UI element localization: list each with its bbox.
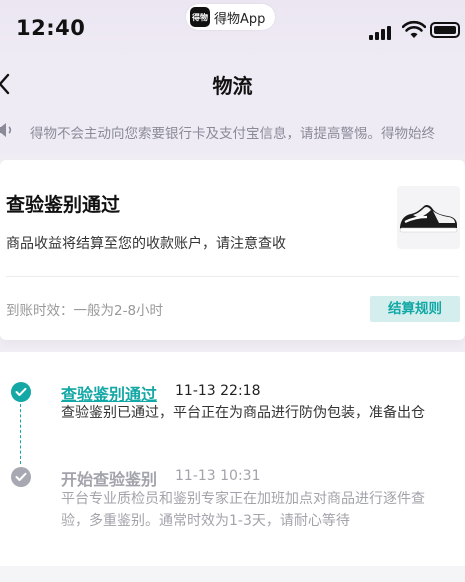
card-divider xyxy=(6,276,459,277)
settlement-rules-button[interactable]: 结算规则 xyxy=(370,296,460,322)
status-card-title: 查验鉴别通过 xyxy=(6,194,121,216)
event-title-2: 开始查验鉴别 xyxy=(61,470,158,489)
check-circle-icon xyxy=(11,467,31,487)
status-card-subtitle: 商品收益将结算至您的收款账户，请注意查收 xyxy=(6,236,286,252)
product-thumbnail[interactable] xyxy=(397,186,460,249)
speaker-icon xyxy=(0,123,12,137)
event-desc-2-line1: 平台专业质检员和鉴别专家正在加班加点对商品进行逐件查 xyxy=(61,491,425,507)
timeline-connector xyxy=(20,404,21,464)
event-time-1: 11-13 22:18 xyxy=(175,383,261,399)
battery-icon xyxy=(430,22,460,38)
event-time-2: 11-13 10:31 xyxy=(175,468,261,484)
event-desc-2-line2: 验，多重鉴别。通常时效为1-3天，请耐心等待 xyxy=(61,513,350,529)
app-logo-icon: 得物 xyxy=(190,7,210,27)
app-name: 得物App xyxy=(214,11,266,27)
event-desc-1: 查验鉴别已通过，平台正在为商品进行防伪包装，准备出仓 xyxy=(61,405,425,421)
page-title: 物流 xyxy=(212,74,253,98)
notice-bar: 得物不会主动向您索要银行卡及支付宝信息，请提高警惕。得物始终 xyxy=(0,108,465,154)
check-circle-icon xyxy=(11,382,31,402)
eta-text: 到账时效：一般为2-8小时 xyxy=(6,303,164,319)
sneaker-icon xyxy=(399,204,458,233)
nav-bar: 物流 xyxy=(0,60,465,108)
status-time: 12:40 xyxy=(16,16,86,40)
cellular-signal-icon xyxy=(369,24,395,40)
wifi-icon xyxy=(402,20,426,38)
status-bar: 12:40 得物 得物App xyxy=(0,0,465,60)
app-indicator[interactable]: 得物 得物App xyxy=(186,4,276,30)
notice-text: 得物不会主动向您索要银行卡及支付宝信息，请提高警惕。得物始终 xyxy=(30,126,435,142)
bottom-edge xyxy=(0,566,465,582)
